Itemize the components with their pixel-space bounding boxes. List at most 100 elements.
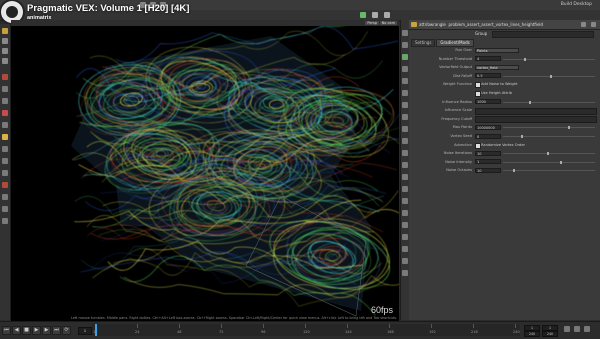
guide-icon[interactable] (402, 150, 408, 156)
3d-viewport[interactable]: Left mouse tumbles. Middle pans. Right d… (11, 26, 399, 321)
flipbook-icon[interactable] (402, 234, 408, 240)
jump-start-button[interactable]: ⏮ (2, 326, 11, 335)
keyframe-icon[interactable] (564, 326, 570, 332)
grid-icon[interactable] (2, 218, 8, 224)
pose-tool-icon[interactable] (2, 98, 8, 104)
handle-tool-icon[interactable] (2, 86, 8, 92)
slider-knob[interactable] (529, 100, 531, 104)
param-row: Vortex Seed 0 (409, 133, 600, 140)
tab-settings[interactable]: Settings (411, 39, 436, 47)
view-tool-icon[interactable] (2, 122, 8, 128)
stop-button[interactable]: ■ (22, 326, 31, 335)
playback-end-field[interactable]: 240 (542, 331, 558, 337)
camera-icon[interactable] (2, 146, 8, 152)
measure-icon[interactable] (2, 194, 8, 200)
param-field[interactable]: 10000000 (475, 124, 501, 130)
desktop-selector[interactable]: Build Desktop (561, 2, 592, 7)
wireframe-icon[interactable] (402, 42, 408, 48)
param-slider[interactable] (503, 126, 595, 130)
range-end-field[interactable]: 240 (524, 331, 540, 337)
light-icon[interactable] (2, 134, 8, 140)
shading-icon[interactable] (402, 54, 408, 60)
vortex-flowlines (71, 26, 399, 317)
param-field[interactable]: 1000 (475, 99, 501, 105)
param-slider[interactable] (503, 57, 595, 61)
tab-gradient-mods[interactable]: Gradient/Mods (436, 39, 474, 47)
vertex-icon[interactable] (402, 198, 408, 204)
slider-knob[interactable] (547, 152, 549, 156)
slider-knob[interactable] (550, 74, 552, 78)
rotate-tool-icon[interactable] (2, 48, 8, 54)
primitive-icon[interactable] (402, 174, 408, 180)
time-cursor[interactable] (95, 324, 97, 336)
param-slider[interactable] (503, 74, 595, 78)
param-label: Number Threshold (438, 56, 472, 61)
normals-icon[interactable] (402, 90, 408, 96)
timeline-ruler[interactable]: 124487296120144168192216240 (92, 324, 520, 336)
lighting-icon[interactable] (402, 66, 408, 72)
help-icon[interactable] (581, 22, 586, 27)
node-name-label[interactable]: problem_assert_assert_vortex_lines_heigh… (448, 22, 543, 27)
param-slider[interactable] (503, 169, 595, 173)
slider-knob[interactable] (524, 57, 526, 61)
param-field[interactable]: 10 (475, 150, 501, 156)
template-icon[interactable] (402, 138, 408, 144)
param-menu[interactable]: vortex_field (475, 64, 519, 70)
param-menu[interactable]: Points (475, 47, 519, 53)
snap-tool-icon[interactable] (2, 74, 8, 80)
background-icon[interactable] (402, 114, 408, 120)
param-field[interactable]: 10 (475, 167, 501, 173)
param-ramp-field[interactable] (475, 116, 597, 124)
group-field[interactable] (492, 31, 594, 38)
home-icon[interactable] (402, 270, 408, 276)
camera-lock-icon[interactable] (402, 258, 408, 264)
param-ramp-field[interactable] (475, 107, 597, 115)
param-field[interactable]: 0 (475, 133, 501, 139)
edge-icon[interactable] (402, 186, 408, 192)
perspective-button[interactable]: Persp (365, 21, 379, 25)
left-toolbar (0, 24, 11, 320)
slider-knob[interactable] (521, 135, 523, 138)
points-icon[interactable] (402, 78, 408, 84)
record-icon[interactable] (2, 110, 8, 116)
step-forward-button[interactable]: ▶ (42, 326, 51, 335)
visibility-icon[interactable] (402, 126, 408, 132)
link-icon[interactable] (384, 12, 390, 18)
camera-button[interactable]: No cam (379, 21, 397, 25)
step-back-button[interactable]: ◀ (12, 326, 21, 335)
snapshot-icon[interactable] (402, 222, 408, 228)
param-slider[interactable] (503, 160, 595, 164)
geometry-icon[interactable] (402, 162, 408, 168)
param-slider[interactable] (503, 152, 595, 156)
realtime-toggle[interactable]: ⟳ (62, 326, 71, 335)
pin-icon[interactable] (372, 12, 378, 18)
auto-key-icon[interactable] (574, 326, 580, 332)
brush-icon[interactable] (2, 158, 8, 164)
paint-icon[interactable] (2, 170, 8, 176)
param-field[interactable]: 0.5 (475, 73, 501, 79)
gear-icon[interactable] (591, 22, 596, 27)
play-button[interactable]: ▶ (32, 326, 41, 335)
audio-icon[interactable] (584, 326, 590, 332)
render-icon[interactable] (402, 246, 408, 252)
slider-knob[interactable] (513, 169, 515, 173)
param-slider[interactable] (503, 100, 595, 104)
slider-knob[interactable] (560, 160, 562, 164)
param-field[interactable]: 1 (475, 159, 501, 165)
ghost-icon[interactable] (402, 102, 408, 108)
param-label: Frequency Cutoff (441, 116, 472, 121)
display-options-icon[interactable] (402, 30, 408, 36)
param-field[interactable]: 4 (475, 56, 501, 62)
move-tool-icon[interactable] (2, 38, 8, 44)
select-tool-icon[interactable] (2, 28, 8, 34)
slider-knob[interactable] (568, 126, 570, 130)
param-slider[interactable] (503, 135, 595, 138)
magnet-icon[interactable] (2, 206, 8, 212)
scale-tool-icon[interactable] (2, 58, 8, 64)
flag-icon[interactable] (2, 182, 8, 188)
video-title[interactable]: Pragmatic VEX: Volume 1 [H20] [4K] (27, 3, 189, 14)
shelf-icon[interactable] (360, 12, 366, 18)
uv-icon[interactable] (402, 210, 408, 216)
current-frame-field[interactable]: 1 (78, 327, 92, 335)
jump-end-button[interactable]: ⏭ (52, 326, 61, 335)
